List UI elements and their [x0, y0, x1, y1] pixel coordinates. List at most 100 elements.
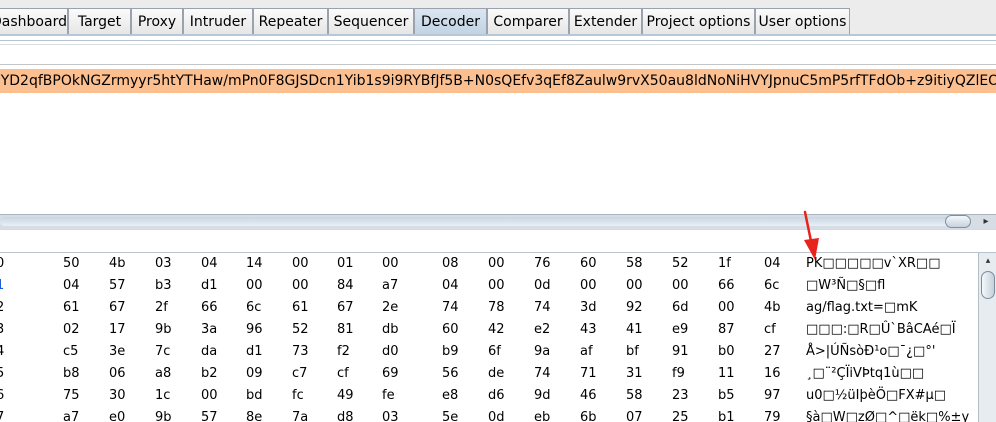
- hex-byte-cell[interactable]: 00: [580, 275, 597, 297]
- hex-byte-cell[interactable]: d1: [201, 275, 218, 297]
- tab-intruder[interactable]: Intruder: [183, 8, 253, 34]
- hex-byte-cell[interactable]: fc: [292, 385, 304, 407]
- hex-ascii-cell[interactable]: u0□½üIþèÖ□FX#µ□: [806, 385, 946, 407]
- hex-view[interactable]: 0 50 4b 03 04 14 00 01 00 08 00 76 60 58 52 1f 04 PK□□□□□…: [0, 253, 978, 422]
- hex-byte-cell[interactable]: fe: [382, 385, 395, 407]
- hex-byte-cell[interactable]: d8: [337, 407, 354, 422]
- hex-byte-cell[interactable]: a7: [382, 275, 398, 297]
- hex-byte-cell[interactable]: 00: [488, 253, 505, 275]
- hex-byte-cell[interactable]: b9: [442, 341, 459, 363]
- hex-byte-cell[interactable]: 02: [63, 319, 80, 341]
- hex-byte-cell[interactable]: cf: [337, 363, 349, 385]
- hex-byte-cell[interactable]: 00: [672, 275, 689, 297]
- hex-byte-cell[interactable]: 09: [246, 363, 263, 385]
- hex-byte-cell[interactable]: 6b: [580, 407, 597, 422]
- hex-byte-cell[interactable]: 00: [292, 253, 309, 275]
- hex-byte-cell[interactable]: de: [488, 363, 504, 385]
- hex-byte-cell[interactable]: 67: [337, 297, 354, 319]
- hex-byte-cell[interactable]: 00: [246, 275, 263, 297]
- hex-byte-cell[interactable]: 92: [626, 297, 643, 319]
- hex-byte-cell[interactable]: 4b: [109, 253, 126, 275]
- hex-byte-cell[interactable]: 87: [718, 319, 735, 341]
- hex-byte-cell[interactable]: 81: [337, 319, 354, 341]
- hex-byte-cell[interactable]: 58: [626, 385, 643, 407]
- hex-byte-cell[interactable]: 25: [672, 407, 689, 422]
- hex-ascii-cell[interactable]: □□□:□R□Û`BâCAé□Ï: [806, 319, 956, 341]
- hex-byte-cell[interactable]: 8e: [246, 407, 262, 422]
- vertical-scrollbar[interactable]: ▴: [978, 253, 996, 422]
- tab-proxy[interactable]: Proxy: [131, 8, 183, 34]
- hex-byte-cell[interactable]: 04: [764, 253, 781, 275]
- hex-row[interactable]: 2 61 67 2f 66 6c 61 67 2e 74 78 74 3d 92 6d 00 4b ag/flag…: [0, 297, 978, 319]
- hex-row[interactable]: 4 c5 3e 7c da d1 73 f2 d0 b9 6f 9a af bf 91 b0 27 Å>|ÚÑsò…: [0, 341, 978, 363]
- hex-byte-cell[interactable]: 4b: [764, 297, 781, 319]
- hex-ascii-cell[interactable]: □W³Ñ□§□fl: [806, 275, 885, 297]
- hex-byte-cell[interactable]: db: [382, 319, 399, 341]
- hex-byte-cell[interactable]: 60: [580, 253, 597, 275]
- hex-byte-cell[interactable]: 69: [382, 363, 399, 385]
- hex-byte-cell[interactable]: b2: [201, 363, 218, 385]
- tab-sequencer[interactable]: Sequencer: [328, 8, 414, 34]
- hex-byte-cell[interactable]: 3a: [201, 319, 217, 341]
- hex-byte-cell[interactable]: 52: [672, 253, 689, 275]
- hex-byte-cell[interactable]: 00: [382, 253, 399, 275]
- hex-byte-cell[interactable]: 60: [442, 319, 459, 341]
- hex-byte-cell[interactable]: 3e: [109, 341, 125, 363]
- hex-byte-cell[interactable]: e9: [672, 319, 688, 341]
- hex-byte-cell[interactable]: b5: [718, 385, 735, 407]
- hex-byte-cell[interactable]: 41: [626, 319, 643, 341]
- hex-byte-cell[interactable]: 00: [718, 297, 735, 319]
- hex-byte-cell[interactable]: f2: [337, 341, 350, 363]
- hex-byte-cell[interactable]: 78: [488, 297, 505, 319]
- hex-byte-cell[interactable]: af: [580, 341, 593, 363]
- hex-byte-cell[interactable]: 66: [718, 275, 735, 297]
- hex-byte-cell[interactable]: 6c: [246, 297, 261, 319]
- hex-byte-cell[interactable]: a8: [155, 363, 171, 385]
- hex-ascii-cell[interactable]: ¸□¨²ÇÏiVÞtq1ù□□: [806, 363, 924, 385]
- hex-byte-cell[interactable]: 49: [337, 385, 354, 407]
- tab-dashboard[interactable]: Dashboard: [0, 8, 68, 34]
- hex-byte-cell[interactable]: c5: [63, 341, 78, 363]
- hex-row[interactable]: 5 b8 06 a8 b2 09 c7 cf 69 56 de 74 71 31 f9 11 16 ¸□¨²ÇÏi…: [0, 363, 978, 385]
- hex-byte-cell[interactable]: 04: [63, 275, 80, 297]
- tab-target[interactable]: Target: [68, 8, 131, 34]
- hex-byte-cell[interactable]: 52: [292, 319, 309, 341]
- hex-byte-cell[interactable]: 03: [155, 253, 172, 275]
- hex-byte-cell[interactable]: 50: [63, 253, 80, 275]
- hex-byte-cell[interactable]: 46: [580, 385, 597, 407]
- hex-byte-cell[interactable]: bd: [246, 385, 263, 407]
- hex-byte-cell[interactable]: 11: [718, 363, 735, 385]
- hex-byte-cell[interactable]: b8: [63, 363, 80, 385]
- hex-byte-cell[interactable]: 91: [672, 341, 689, 363]
- hex-byte-cell[interactable]: 07: [626, 407, 643, 422]
- hex-byte-cell[interactable]: 00: [626, 275, 643, 297]
- hex-byte-cell[interactable]: 08: [442, 253, 459, 275]
- hex-byte-cell[interactable]: d6: [488, 385, 505, 407]
- scrollbar-thumb[interactable]: [945, 215, 971, 228]
- tab-project-options[interactable]: Project options: [642, 8, 755, 34]
- hex-byte-cell[interactable]: 61: [63, 297, 80, 319]
- selected-encoded-line[interactable]: :YD2qfBPOkNGZrmyyr5htYTHaw/mPn0F8GJSDcn1…: [0, 69, 996, 93]
- hex-byte-cell[interactable]: 9b: [155, 319, 172, 341]
- hex-byte-cell[interactable]: 74: [442, 297, 459, 319]
- hex-byte-cell[interactable]: eb: [534, 407, 550, 422]
- hex-byte-cell[interactable]: 5e: [442, 407, 458, 422]
- hex-byte-cell[interactable]: 97: [764, 385, 781, 407]
- hex-byte-cell[interactable]: e0: [109, 407, 125, 422]
- hex-byte-cell[interactable]: 6c: [764, 275, 779, 297]
- tab-comparer[interactable]: Comparer: [487, 8, 569, 34]
- hex-byte-cell[interactable]: 56: [442, 363, 459, 385]
- hex-byte-cell[interactable]: d0: [382, 341, 399, 363]
- hex-row[interactable]: 6 75 30 1c 00 bd fc 49 fe e8 d6 9d 46 58 23 b5 97 u0□½üIþ…: [0, 385, 978, 407]
- hex-byte-cell[interactable]: 96: [246, 319, 263, 341]
- hex-byte-cell[interactable]: 2f: [155, 297, 168, 319]
- scroll-right-icon[interactable]: ▸: [980, 216, 992, 228]
- hex-row[interactable]: 0 50 4b 03 04 14 00 01 00 08 00 76 60 58 52 1f 04 PK□□□□□…: [0, 253, 978, 275]
- hex-byte-cell[interactable]: 14: [246, 253, 263, 275]
- hex-byte-cell[interactable]: 58: [626, 253, 643, 275]
- hex-byte-cell[interactable]: 57: [109, 275, 126, 297]
- hex-byte-cell[interactable]: 04: [201, 253, 218, 275]
- hex-byte-cell[interactable]: 6d: [672, 297, 689, 319]
- hex-byte-cell[interactable]: 0d: [534, 275, 551, 297]
- hex-ascii-cell[interactable]: PK□□□□□v`XR□□: [806, 253, 940, 275]
